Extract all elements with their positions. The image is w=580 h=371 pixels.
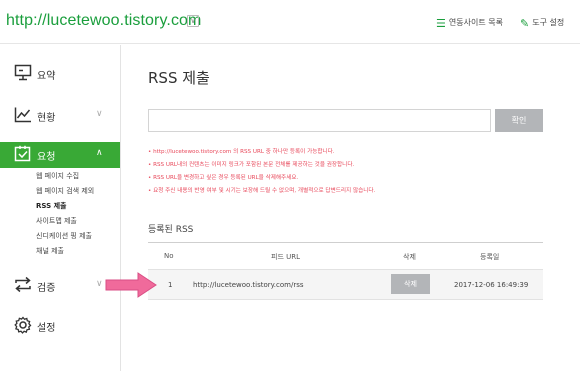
sidebar-item-verify[interactable]: 검증 ∨ [0,273,120,299]
delete-button[interactable]: 삭제 [391,274,430,294]
sidebar-item-status-label: 현황 [37,113,56,124]
chevron-down-icon: ∨ [96,109,103,119]
note-line: • 요청 주신 내용의 반영 여부 및 시기는 보장해 드릴 수 없으며, 개별… [148,188,376,194]
table-cell-date: 2017-12-06 16:49:39 [454,281,529,289]
sidebar: 요약 현황 ∨ 요청 ∧ 웹 페이지 수집 웹 페이지 검색 제외 RSS 제출… [0,45,121,371]
sidebar-item-summary-label: 요약 [37,71,56,82]
chevron-down-icon: ∨ [96,279,103,289]
sidebar-subitem-web-collect[interactable]: 웹 페이지 수집 [36,171,79,181]
chevron-down-icon[interactable]: ∨ [187,15,199,27]
page-title: RSS 제출 [148,69,210,87]
site-url-link[interactable]: http://lucetewoo.tistory.com [6,12,201,30]
sidebar-subitem-web-exclude[interactable]: 웹 페이지 검색 제외 [36,186,94,196]
sidebar-item-request[interactable]: 요청 ∧ [0,142,120,168]
table-header-date: 등록일 [480,253,500,261]
registered-rss-title: 등록된 RSS [148,225,194,235]
note-line: • RSS URL을 변경하고 싶은 경우 등록된 URL을 삭제해주세요. [148,175,299,181]
top-header: http://lucetewoo.tistory.com ∨ ☰ 연동사이트 목록… [0,0,580,44]
table-header-delete: 삭제 [403,253,416,261]
tools-settings-link[interactable]: ✎ 도구 설정 [520,17,564,30]
rss-url-input[interactable] [148,109,491,132]
chevron-up-icon: ∧ [96,148,103,158]
sidebar-item-verify-label: 검증 [37,283,56,294]
table-cell-feed-url: http://lucetewoo.tistory.com/rss [193,281,304,289]
sidebar-item-settings[interactable]: 설정 [0,313,120,339]
line-chart-icon [13,106,33,124]
table-bottom-divider [148,299,543,300]
linked-sites-link[interactable]: ☰ 연동사이트 목록 [436,17,503,30]
sidebar-item-settings-label: 설정 [37,323,56,334]
table-header-no: No [164,252,174,260]
table-top-divider [148,242,543,243]
confirm-button[interactable]: 확인 [495,109,543,132]
sidebar-item-status[interactable]: 현황 ∨ [0,103,120,129]
note-line: • http://lucetewoo.tistory.com 의 RSS URL… [148,149,335,155]
sidebar-subitem-syndication-ping[interactable]: 신디케이션 핑 제출 [36,231,92,241]
pointer-arrow-icon [105,272,157,298]
gear-icon [13,316,33,334]
table-cell-no: 1 [168,281,173,289]
sidebar-item-request-label: 요청 [37,152,56,163]
sidebar-item-summary[interactable]: 요약 [0,61,120,87]
sidebar-subitem-channel-submit[interactable]: 채널 제출 [36,246,64,256]
note-line: • RSS URL내의 컨텐츠는 이미지 링크가 포함된 본문 전체를 제공하는… [148,162,355,168]
wrench-icon: ✎ [520,17,530,30]
list-icon: ☰ [436,17,446,30]
sidebar-subitem-rss-submit[interactable]: RSS 제출 [36,201,66,211]
monitor-icon [13,64,33,82]
transfer-icon [13,276,33,294]
sidebar-subitem-sitemap-submit[interactable]: 사이트맵 제출 [36,216,77,226]
checkbox-icon [13,145,33,163]
linked-sites-label: 연동사이트 목록 [448,18,503,27]
table-header-feed-url: 피드 URL [271,253,300,261]
tools-settings-label: 도구 설정 [532,18,565,27]
